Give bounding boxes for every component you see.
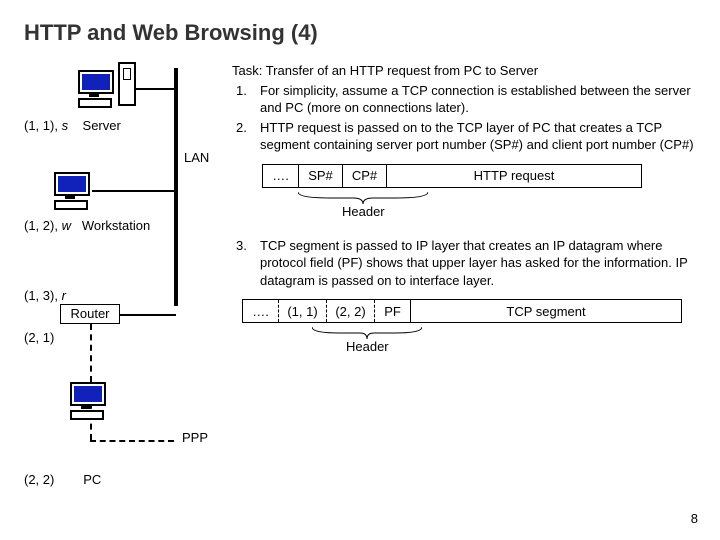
page-number: 8 (691, 511, 698, 526)
tcp-segment-diagram: …. SP# CP# HTTP request (262, 164, 642, 188)
workstation-address: (1, 2), w Workstation (24, 218, 150, 233)
task-step: 1. For simplicity, assume a TCP connecti… (232, 82, 696, 117)
workstation-icon (54, 172, 86, 202)
task-heading: Task: Transfer of an HTTP request from P… (232, 62, 696, 80)
connector (120, 314, 176, 316)
connector (136, 88, 176, 90)
ip-datagram-diagram: …. (1, 1) (2, 2) PF TCP segment (242, 299, 682, 323)
pc-icon (70, 382, 102, 412)
packet-payload: TCP segment (411, 300, 681, 322)
task-description: Task: Transfer of an HTTP request from P… (232, 62, 696, 154)
task-step: 2. HTTP request is passed on to the TCP … (232, 119, 696, 154)
packet-field-etc: …. (243, 300, 279, 322)
packet-field-cp: CP# (343, 165, 387, 187)
packet-field-sp: SP# (299, 165, 343, 187)
pc-address: (2, 2) PC (24, 472, 101, 487)
packet-field-src: (1, 1) (279, 300, 327, 322)
task-step: 3. TCP segment is passed to IP layer tha… (232, 237, 696, 290)
packet-field-pf: PF (375, 300, 411, 322)
connector (92, 190, 176, 192)
packet-payload: HTTP request (387, 165, 641, 187)
server-icon (78, 70, 110, 100)
page-title: HTTP and Web Browsing (4) (24, 20, 696, 46)
server-address: (1, 1), s Server (24, 118, 121, 133)
server-tower-icon (118, 62, 136, 106)
ppp-link-h (90, 440, 174, 442)
router-address-2: (2, 1) (24, 330, 54, 345)
lan-bus (174, 68, 178, 306)
tcp-header-brace: Header (298, 192, 696, 219)
ppp-link-v (90, 324, 92, 382)
ppp-label: PPP (182, 430, 208, 445)
network-diagram: LAN (1, 1), s Server (1, 2), w Workstati… (24, 62, 224, 492)
router-box: Router (60, 304, 120, 324)
packet-field-dst: (2, 2) (327, 300, 375, 322)
lan-label: LAN (184, 150, 209, 165)
packet-field-etc: …. (263, 165, 299, 187)
router-address-1: (1, 3), r (24, 288, 66, 303)
ip-header-brace: Header (312, 327, 696, 354)
